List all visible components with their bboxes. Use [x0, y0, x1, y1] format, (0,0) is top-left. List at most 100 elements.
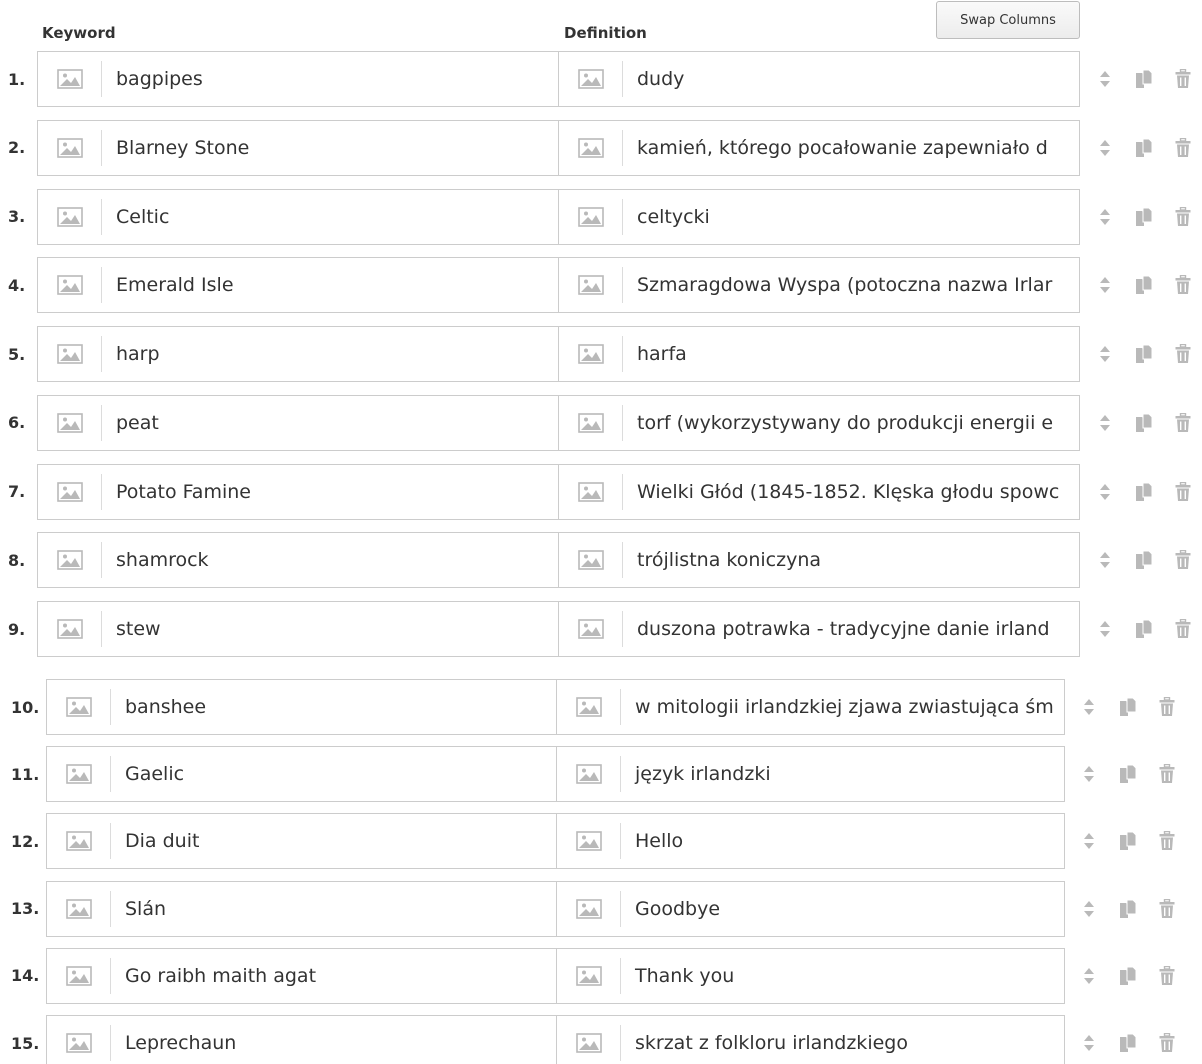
- keyword-image-button[interactable]: [38, 404, 102, 441]
- definition-field[interactable]: Thank you: [556, 947, 1065, 1004]
- definition-image-button[interactable]: [559, 267, 623, 304]
- delete-button[interactable]: [1173, 205, 1193, 229]
- keyword-image-button[interactable]: [38, 611, 102, 647]
- keyword-field[interactable]: shamrock: [37, 532, 559, 589]
- definition-field[interactable]: skrzat z folkloru irlandzkiego: [556, 1015, 1065, 1064]
- delete-button[interactable]: [1173, 617, 1193, 641]
- keyword-field[interactable]: banshee: [46, 679, 557, 735]
- definition-image-button[interactable]: [557, 957, 621, 994]
- sort-handle[interactable]: [1079, 1031, 1099, 1055]
- definition-field[interactable]: torf (wykorzystywany do produkcji energi…: [558, 394, 1080, 451]
- sort-handle[interactable]: [1095, 411, 1115, 435]
- delete-button[interactable]: [1157, 695, 1177, 719]
- definition-image-button[interactable]: [557, 689, 621, 725]
- definition-image-button[interactable]: [559, 336, 623, 372]
- definition-field[interactable]: Wielki Głód (1845-1852. Klęska głodu spo…: [558, 463, 1080, 520]
- keyword-field[interactable]: peat: [37, 394, 559, 451]
- definition-field[interactable]: Goodbye: [556, 880, 1065, 937]
- sort-handle[interactable]: [1079, 964, 1099, 988]
- delete-button[interactable]: [1157, 964, 1177, 988]
- definition-field[interactable]: harfa: [558, 326, 1080, 382]
- delete-button[interactable]: [1173, 67, 1193, 91]
- sort-handle[interactable]: [1095, 205, 1115, 229]
- keyword-field[interactable]: Celtic: [37, 188, 559, 245]
- definition-image-button[interactable]: [557, 1025, 621, 1061]
- copy-button[interactable]: [1134, 617, 1154, 641]
- definition-image-button[interactable]: [557, 890, 621, 927]
- copy-button[interactable]: [1134, 480, 1154, 504]
- keyword-image-button[interactable]: [38, 267, 102, 304]
- sort-handle[interactable]: [1095, 480, 1115, 504]
- delete-button[interactable]: [1157, 1031, 1177, 1055]
- keyword-image-button[interactable]: [38, 129, 102, 166]
- delete-button[interactable]: [1173, 548, 1193, 572]
- copy-button[interactable]: [1118, 897, 1138, 921]
- keyword-field[interactable]: harp: [37, 326, 559, 382]
- keyword-image-button[interactable]: [38, 542, 102, 579]
- definition-field[interactable]: celtycki: [558, 188, 1080, 245]
- keyword-field[interactable]: Go raibh maith agat: [46, 947, 557, 1004]
- copy-button[interactable]: [1118, 695, 1138, 719]
- sort-handle[interactable]: [1095, 548, 1115, 572]
- sort-handle[interactable]: [1095, 273, 1115, 297]
- copy-button[interactable]: [1134, 67, 1154, 91]
- keyword-field[interactable]: Gaelic: [46, 746, 557, 803]
- keyword-field[interactable]: Blarney Stone: [37, 119, 559, 176]
- keyword-field[interactable]: stew: [37, 601, 559, 657]
- delete-button[interactable]: [1157, 829, 1177, 853]
- definition-image-button[interactable]: [557, 823, 621, 860]
- definition-field[interactable]: Szmaragdowa Wyspa (potoczna nazwa Irlar: [558, 257, 1080, 314]
- definition-field[interactable]: Hello: [556, 813, 1065, 870]
- keyword-field[interactable]: Dia duit: [46, 813, 557, 870]
- sort-handle[interactable]: [1095, 67, 1115, 91]
- keyword-image-button[interactable]: [47, 1025, 111, 1061]
- definition-image-button[interactable]: [559, 473, 623, 510]
- definition-field[interactable]: język irlandzki: [556, 746, 1065, 803]
- copy-button[interactable]: [1134, 273, 1154, 297]
- copy-button[interactable]: [1134, 136, 1154, 160]
- delete-button[interactable]: [1173, 480, 1193, 504]
- sort-handle[interactable]: [1095, 617, 1115, 641]
- definition-image-button[interactable]: [559, 129, 623, 166]
- copy-button[interactable]: [1118, 1031, 1138, 1055]
- copy-button[interactable]: [1118, 829, 1138, 853]
- definition-field[interactable]: duszona potrawka - tradycyjne danie irla…: [558, 601, 1080, 657]
- sort-handle[interactable]: [1095, 136, 1115, 160]
- copy-button[interactable]: [1134, 411, 1154, 435]
- copy-button[interactable]: [1118, 762, 1138, 786]
- keyword-image-button[interactable]: [47, 756, 111, 793]
- definition-image-button[interactable]: [559, 611, 623, 647]
- keyword-field[interactable]: Slán: [46, 880, 557, 937]
- keyword-image-button[interactable]: [38, 198, 102, 235]
- sort-handle[interactable]: [1079, 695, 1099, 719]
- delete-button[interactable]: [1157, 762, 1177, 786]
- sort-handle[interactable]: [1079, 762, 1099, 786]
- keyword-field[interactable]: Potato Famine: [37, 463, 559, 520]
- sort-handle[interactable]: [1079, 829, 1099, 853]
- definition-image-button[interactable]: [559, 542, 623, 579]
- keyword-field[interactable]: Leprechaun: [46, 1015, 557, 1064]
- keyword-field[interactable]: bagpipes: [37, 51, 559, 107]
- sort-handle[interactable]: [1095, 342, 1115, 366]
- definition-field[interactable]: kamień, którego pocałowanie zapewniało d: [558, 119, 1080, 176]
- definition-field[interactable]: w mitologii irlandzkiej zjawa zwiastując…: [556, 679, 1065, 735]
- copy-button[interactable]: [1118, 964, 1138, 988]
- sort-handle[interactable]: [1079, 897, 1099, 921]
- copy-button[interactable]: [1134, 342, 1154, 366]
- swap-columns-button[interactable]: Swap Columns: [936, 1, 1080, 39]
- definition-field[interactable]: dudy: [558, 51, 1080, 107]
- copy-button[interactable]: [1134, 205, 1154, 229]
- delete-button[interactable]: [1173, 411, 1193, 435]
- keyword-image-button[interactable]: [47, 689, 111, 725]
- keyword-image-button[interactable]: [47, 957, 111, 994]
- keyword-image-button[interactable]: [38, 473, 102, 510]
- keyword-field[interactable]: Emerald Isle: [37, 257, 559, 314]
- keyword-image-button[interactable]: [38, 336, 102, 372]
- delete-button[interactable]: [1173, 273, 1193, 297]
- definition-image-button[interactable]: [559, 404, 623, 441]
- keyword-image-button[interactable]: [47, 823, 111, 860]
- delete-button[interactable]: [1157, 897, 1177, 921]
- definition-image-button[interactable]: [557, 756, 621, 793]
- delete-button[interactable]: [1173, 342, 1193, 366]
- copy-button[interactable]: [1134, 548, 1154, 572]
